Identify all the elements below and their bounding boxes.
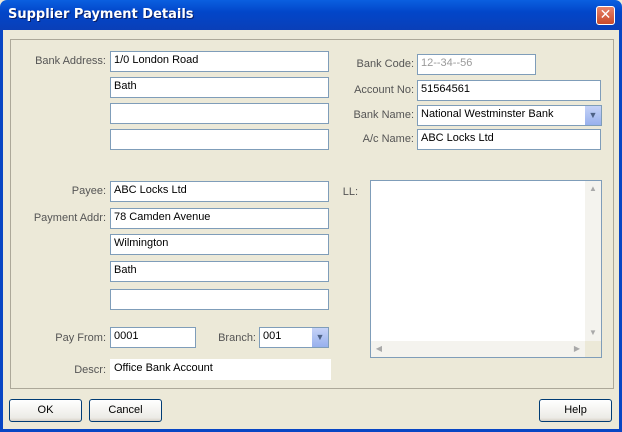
bank-address-label: Bank Address:: [35, 55, 106, 67]
bank-address-line-4[interactable]: [110, 129, 329, 150]
branch-label: Branch:: [218, 332, 256, 344]
ac-name-field[interactable]: ABC Locks Ltd: [417, 129, 601, 150]
bank-address-line-1[interactable]: 1/0 London Road: [110, 51, 329, 72]
payment-addr-line-1[interactable]: 78 Camden Avenue: [110, 208, 329, 229]
bank-name-value: National Westminster Bank: [421, 108, 554, 120]
chevron-down-icon: ▼: [315, 332, 325, 342]
bank-name-label: Bank Name:: [353, 109, 414, 121]
branch-select[interactable]: 001 ▼: [259, 327, 329, 348]
branch-dropdown-button[interactable]: ▼: [311, 328, 328, 347]
bank-name-dropdown-button[interactable]: ▼: [584, 106, 601, 125]
chevron-down-icon: ▼: [588, 110, 598, 120]
payment-addr-line-4[interactable]: [110, 289, 329, 310]
scroll-left-icon[interactable]: ◀: [371, 341, 387, 357]
branch-value: 001: [263, 330, 282, 342]
ok-button[interactable]: OK: [9, 399, 82, 422]
scroll-right-icon[interactable]: ▶: [569, 341, 585, 357]
cancel-button[interactable]: Cancel: [89, 399, 162, 422]
bank-code-label: Bank Code:: [356, 58, 414, 70]
payment-addr-label: Payment Addr:: [33, 212, 106, 224]
ll-label: LL:: [342, 186, 358, 198]
payment-addr-line-2[interactable]: Wilmington: [110, 234, 329, 255]
help-button[interactable]: Help: [539, 399, 612, 422]
vertical-scrollbar[interactable]: ▲ ▼: [585, 181, 601, 341]
descr-label: Descr:: [74, 364, 106, 376]
account-no-field[interactable]: 51564561: [417, 80, 601, 101]
pay-from-field[interactable]: 0001: [110, 327, 196, 348]
descr-field[interactable]: Office Bank Account: [110, 359, 331, 380]
payment-addr-line-3[interactable]: Bath: [110, 261, 329, 282]
title-bar: Supplier Payment Details ✕: [0, 0, 622, 30]
pay-from-label: Pay From:: [55, 332, 106, 344]
bank-name-select[interactable]: National Westminster Bank ▼: [417, 105, 602, 126]
payee-field[interactable]: ABC Locks Ltd: [110, 181, 329, 202]
scroll-up-icon[interactable]: ▲: [585, 181, 601, 197]
ac-name-label: A/c Name:: [362, 133, 414, 145]
ll-memo[interactable]: ▲ ▼ ◀ ▶: [370, 180, 602, 358]
bank-address-line-3[interactable]: [110, 103, 329, 124]
close-icon: ✕: [599, 7, 612, 23]
bank-address-line-2[interactable]: Bath: [110, 77, 329, 98]
scroll-corner: [585, 341, 601, 357]
account-no-label: Account No:: [354, 84, 414, 96]
close-button[interactable]: ✕: [596, 6, 615, 25]
bank-code-field[interactable]: 12--34--56: [417, 54, 536, 75]
horizontal-scrollbar[interactable]: ◀ ▶: [371, 341, 585, 357]
scroll-down-icon[interactable]: ▼: [585, 325, 601, 341]
payee-label: Payee:: [71, 185, 106, 197]
window-title: Supplier Payment Details: [8, 7, 194, 22]
